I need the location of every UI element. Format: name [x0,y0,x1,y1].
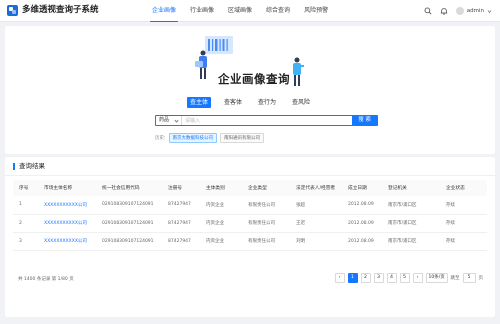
page-size-select[interactable]: 10条/页 [425,273,448,283]
legal-representative: 刘明 [290,232,342,251]
search-bar: 药品 搜 索 [155,115,378,126]
history-tag[interactable]: 南京大数据科技公司 [168,133,218,143]
results-title: 查询结果 [13,163,45,170]
enterprise-type: 有限责任公司 [242,196,290,215]
table-row: 2 XXXXXXXXXXX公司 029108309107124091 87427… [13,214,487,233]
row-index: 1 [13,196,38,215]
category-select[interactable]: 药品 [156,116,182,125]
nav-item-comprehensive-query[interactable]: 综合查询 [264,0,292,22]
nav-item-risk-warning[interactable]: 风险预警 [302,0,330,22]
search-button[interactable]: 搜 索 [352,116,377,125]
legal-representative: 王迟 [290,214,342,233]
next-page-button[interactable]: › [412,273,423,283]
pagination-summary: 共 1400 条记录 第 1/80 页 [18,277,74,282]
barcode-card-illustration [205,36,233,54]
top-header: 多维透视查询子系统 企业画像 行业画像 区域画像 综合查询 风险预警 admin [0,0,500,22]
history-label: 历史: [155,136,166,141]
page-button[interactable]: 2 [360,273,371,283]
page-button[interactable]: 3 [373,273,384,283]
column-header: 法定代表人/经营者 [290,180,342,196]
nav-item-region-profile[interactable]: 区域画像 [226,0,254,22]
search-icon[interactable] [424,7,432,15]
registration-authority: 南京市/浦口区 [382,232,440,251]
subject-category: 内资企业 [200,232,242,251]
row-index: 2 [13,214,38,233]
credit-code: 029108309107124091 [96,196,162,215]
main-nav: 企业画像 行业画像 区域画像 综合查询 风险预警 [150,0,330,22]
tab-behavior[interactable]: 查行为 [255,97,279,108]
goto-suffix: 页 [478,276,484,281]
page-button[interactable]: 5 [399,273,410,283]
column-header: 序号 [13,180,38,196]
column-header: 企业类型 [242,180,290,196]
registration-number: 87427947 [162,196,200,215]
credit-code: 029108309107124091 [96,232,162,251]
company-name-link[interactable]: XXXXXXXXXXX公司 [38,232,96,251]
query-tabs: 查主体 查客体 查行为 查风险 [187,97,313,108]
results-table: 序号 市场主体名称 统一社会信用代码 注册号 主体类别 企业类型 法定代表人/经… [13,180,487,251]
table-row: 3 XXXXXXXXXXX公司 029108309107124091 87427… [13,232,487,251]
tab-subject[interactable]: 查主体 [187,97,212,108]
person-right-illustration [293,57,304,86]
subject-category: 内资企业 [200,214,242,233]
company-name-link[interactable]: XXXXXXXXXXX公司 [38,196,96,215]
credit-code: 029108309107124091 [96,214,162,233]
row-index: 3 [13,232,38,251]
table-row: 1 XXXXXXXXXXX公司 029108309107124091 87427… [13,196,487,215]
app-logo [7,5,18,16]
legal-representative: 张超 [290,196,342,215]
subject-category: 内资企业 [200,196,242,215]
column-header: 注册号 [162,180,200,196]
search-input[interactable] [182,116,352,125]
column-header: 市场主体名称 [38,180,96,196]
enterprise-status: 存续 [440,232,487,251]
goto-label: 跳至 [450,276,460,281]
chevron-down-icon [487,9,492,14]
company-name-link[interactable]: XXXXXXXXXXX公司 [38,214,96,233]
established-date: 2012.08.09 [342,232,382,251]
registration-number: 87427947 [162,214,200,233]
divider [5,175,495,176]
page-button[interactable]: 1 [347,273,358,283]
pagination: ‹ 1 2 3 4 5 › 10条/页 跳至 5 页 [334,273,484,283]
enterprise-status: 存续 [440,214,487,233]
registration-authority: 南京市/浦口区 [382,196,440,215]
tab-object[interactable]: 查客体 [221,97,245,108]
person-left-illustration [195,50,207,79]
enterprise-status: 存续 [440,196,487,215]
column-header: 企业状态 [440,180,487,196]
column-header: 主体类别 [200,180,242,196]
column-header: 登记机关 [382,180,440,196]
established-date: 2012.08.09 [342,196,382,215]
user-menu[interactable]: admin [455,7,492,15]
bell-icon[interactable] [440,7,448,15]
search-history: 历史: 南京大数据科技公司 南阳通讯有限公司 [155,133,265,143]
table-header-row: 序号 市场主体名称 统一社会信用代码 注册号 主体类别 企业类型 法定代表人/经… [13,180,487,196]
column-header: 统一社会信用代码 [96,180,162,196]
avatar [455,7,464,15]
column-header: 成立日期 [342,180,382,196]
nav-item-industry-profile[interactable]: 行业画像 [188,0,216,22]
tab-risk[interactable]: 查风险 [289,97,313,108]
username: admin [466,8,484,14]
history-tag[interactable]: 南阳通讯有限公司 [220,133,265,143]
enterprise-type: 有限责任公司 [242,214,290,233]
page-title: 企业画像查询 [218,72,290,86]
results-panel: 查询结果 序号 市场主体名称 统一社会信用代码 注册号 主体类别 企业类型 法定… [5,157,495,317]
search-panel: 企业画像查询 查主体 查客体 查行为 查风险 药品 搜 索 历史: 南京大数据科… [5,26,495,154]
prev-page-button[interactable]: ‹ [334,273,345,283]
enterprise-type: 有限责任公司 [242,232,290,251]
established-date: 2012.08.09 [342,214,382,233]
registration-authority: 南京市/浦口区 [382,214,440,233]
page-button[interactable]: 4 [386,273,397,283]
registration-number: 87427947 [162,232,200,251]
app-title: 多维透视查询子系统 [22,5,99,15]
goto-page-input[interactable]: 5 [462,273,476,283]
nav-item-company-profile[interactable]: 企业画像 [150,0,179,22]
